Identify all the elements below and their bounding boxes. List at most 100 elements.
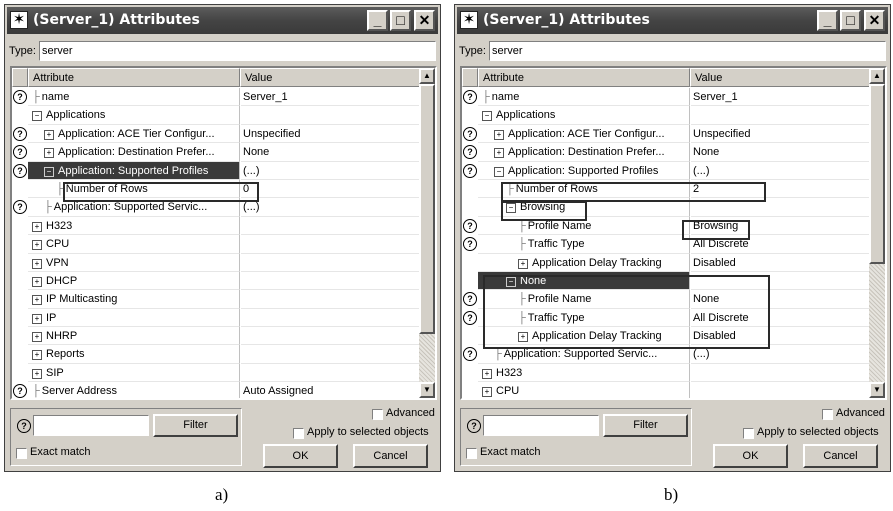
attribute-value[interactable]: Browsing xyxy=(691,217,871,236)
attribute-value[interactable]: Unspecified xyxy=(691,125,871,144)
attribute-name-cell[interactable]: + H323 xyxy=(478,363,690,383)
attribute-name-cell[interactable]: ├ Server Address xyxy=(28,382,240,398)
expand-icon[interactable]: + xyxy=(32,240,42,251)
minimize-button[interactable]: _ xyxy=(817,10,838,31)
vertical-scrollbar[interactable]: ▲ ▼ xyxy=(419,68,435,398)
attribute-value[interactable]: None xyxy=(241,143,421,162)
expand-icon[interactable]: + xyxy=(518,332,528,343)
expand-icon[interactable]: + xyxy=(32,332,42,343)
question-circle-icon[interactable]: ? xyxy=(463,218,477,233)
attribute-row[interactable]: ? ├ Application: Supported Servic... (...) xyxy=(462,345,871,364)
expand-icon[interactable]: + xyxy=(482,368,492,379)
attribute-row[interactable]: − Applications xyxy=(12,106,421,125)
scroll-thumb[interactable] xyxy=(419,84,435,334)
attribute-name-cell[interactable]: ├ Application: Supported Servic... xyxy=(478,345,690,364)
attribute-value[interactable]: Server_1 xyxy=(691,88,871,107)
attribute-name-cell[interactable]: + DHCP xyxy=(28,271,240,291)
question-circle-icon[interactable]: ? xyxy=(463,90,477,104)
ok-button[interactable]: OK xyxy=(263,444,338,468)
attribute-name-cell[interactable]: ├ Traffic Type xyxy=(478,235,690,254)
header-attribute[interactable]: Attribute xyxy=(478,68,690,87)
question-circle-icon[interactable]: ? xyxy=(463,163,477,178)
question-circle-icon[interactable]: ? xyxy=(463,347,477,362)
exact-match-checkbox[interactable] xyxy=(16,448,27,459)
attribute-row[interactable]: + NHRP xyxy=(12,327,421,346)
attribute-value[interactable]: Disabled xyxy=(691,254,871,272)
attribute-value[interactable] xyxy=(691,198,871,217)
attribute-value[interactable] xyxy=(241,290,421,309)
attribute-value[interactable] xyxy=(691,382,871,398)
attribute-name-cell[interactable]: ├ name xyxy=(28,88,240,107)
attribute-value[interactable]: Unspecified xyxy=(241,125,421,144)
attribute-name-cell[interactable]: − Application: Supported Profiles xyxy=(478,161,690,180)
question-circle-icon[interactable]: ? xyxy=(13,200,27,215)
question-circle-icon[interactable]: ? xyxy=(463,310,477,325)
attribute-value[interactable] xyxy=(241,327,421,346)
attribute-name-cell[interactable]: + NHRP xyxy=(28,327,240,346)
collapse-icon[interactable]: − xyxy=(506,276,516,287)
collapse-icon[interactable]: − xyxy=(44,166,54,177)
attribute-name-cell[interactable]: − Applications xyxy=(28,106,240,125)
question-circle-icon[interactable]: ? xyxy=(467,419,481,433)
attribute-name-cell[interactable]: ├ Number of Rows xyxy=(28,179,240,199)
close-button[interactable]: ✕ xyxy=(414,10,435,31)
question-circle-icon[interactable]: ? xyxy=(13,145,27,160)
expand-icon[interactable]: + xyxy=(32,350,42,361)
attribute-row[interactable]: + SIP xyxy=(12,363,421,383)
attribute-row[interactable]: − Browsing xyxy=(462,198,871,217)
attribute-value[interactable]: Server_1 xyxy=(241,88,421,107)
attribute-value[interactable] xyxy=(241,235,421,254)
title-bar[interactable]: ✶ (Server_1) Attributes _ □ ✕ xyxy=(7,7,438,34)
attribute-row[interactable]: ? ├ Server Address Auto Assigned xyxy=(12,382,421,398)
header-value[interactable]: Value xyxy=(690,68,870,87)
attribute-row[interactable]: + Application Delay Tracking Disabled xyxy=(462,253,871,272)
filter-input[interactable] xyxy=(33,415,149,436)
attribute-name-cell[interactable]: + Application: ACE Tier Configur... xyxy=(478,124,690,144)
attribute-value[interactable]: Auto Assigned xyxy=(241,382,421,398)
attribute-name-cell[interactable]: + IP Multicasting xyxy=(28,290,240,309)
expand-icon[interactable]: + xyxy=(32,221,42,232)
question-circle-icon[interactable]: ? xyxy=(463,126,477,141)
attribute-row[interactable]: + CPU xyxy=(462,382,871,398)
attribute-value[interactable] xyxy=(691,364,871,383)
attribute-row[interactable]: + VPN xyxy=(12,253,421,272)
attribute-name-cell[interactable]: ├ name xyxy=(478,88,690,107)
attribute-name-cell[interactable]: ├ Application: Supported Servic... xyxy=(28,198,240,217)
expand-icon[interactable]: + xyxy=(32,295,42,306)
attribute-value[interactable] xyxy=(241,254,421,272)
collapse-icon[interactable]: − xyxy=(506,203,516,214)
expand-icon[interactable]: + xyxy=(44,148,54,159)
expand-icon[interactable]: + xyxy=(32,276,42,287)
attribute-row[interactable]: ? − Application: Supported Profiles (...) xyxy=(12,161,421,180)
collapse-icon[interactable]: − xyxy=(32,111,42,122)
attribute-value[interactable]: (...) xyxy=(241,162,421,180)
attribute-name-cell[interactable]: − Browsing xyxy=(478,198,690,217)
attribute-row[interactable]: ├ Number of Rows 2 xyxy=(462,179,871,199)
attribute-name-cell[interactable]: − None xyxy=(478,271,690,291)
maximize-button[interactable]: □ xyxy=(390,10,411,31)
attribute-value[interactable]: All Discrete xyxy=(691,235,871,254)
attribute-name-cell[interactable]: + Application: Destination Prefer... xyxy=(478,143,690,162)
maximize-button[interactable]: □ xyxy=(840,10,861,31)
attribute-name-cell[interactable]: + Application: ACE Tier Configur... xyxy=(28,124,240,144)
attribute-value[interactable]: (...) xyxy=(691,345,871,364)
attribute-value[interactable]: (...) xyxy=(691,162,871,180)
attribute-name-cell[interactable]: ├ Profile Name xyxy=(478,290,690,309)
question-circle-icon[interactable]: ? xyxy=(13,163,27,178)
question-circle-icon[interactable]: ? xyxy=(13,384,27,398)
attribute-row[interactable]: ├ Number of Rows 0 xyxy=(12,179,421,199)
attribute-row[interactable]: ? ├ Traffic Type All Discrete xyxy=(462,308,871,328)
attribute-row[interactable]: ? ├ Application: Supported Servic... (...) xyxy=(12,198,421,217)
attribute-name-cell[interactable]: ├ Number of Rows xyxy=(478,179,690,199)
expand-icon[interactable]: + xyxy=(494,129,504,140)
attribute-name-cell[interactable]: + IP xyxy=(28,308,240,328)
attribute-name-cell[interactable]: + CPU xyxy=(478,382,690,398)
attribute-value[interactable]: 2 xyxy=(691,180,871,199)
attribute-row[interactable]: ? + Application: ACE Tier Configur... Unspe… xyxy=(462,124,871,144)
attribute-value[interactable]: 0 xyxy=(241,180,421,199)
attribute-row[interactable]: ? + Application: Destination Prefer... None xyxy=(462,143,871,162)
close-button[interactable]: ✕ xyxy=(864,10,885,31)
attribute-name-cell[interactable]: ├ Profile Name xyxy=(478,216,690,236)
attribute-row[interactable]: − None xyxy=(462,271,871,291)
scroll-down-button[interactable]: ▼ xyxy=(419,382,435,398)
